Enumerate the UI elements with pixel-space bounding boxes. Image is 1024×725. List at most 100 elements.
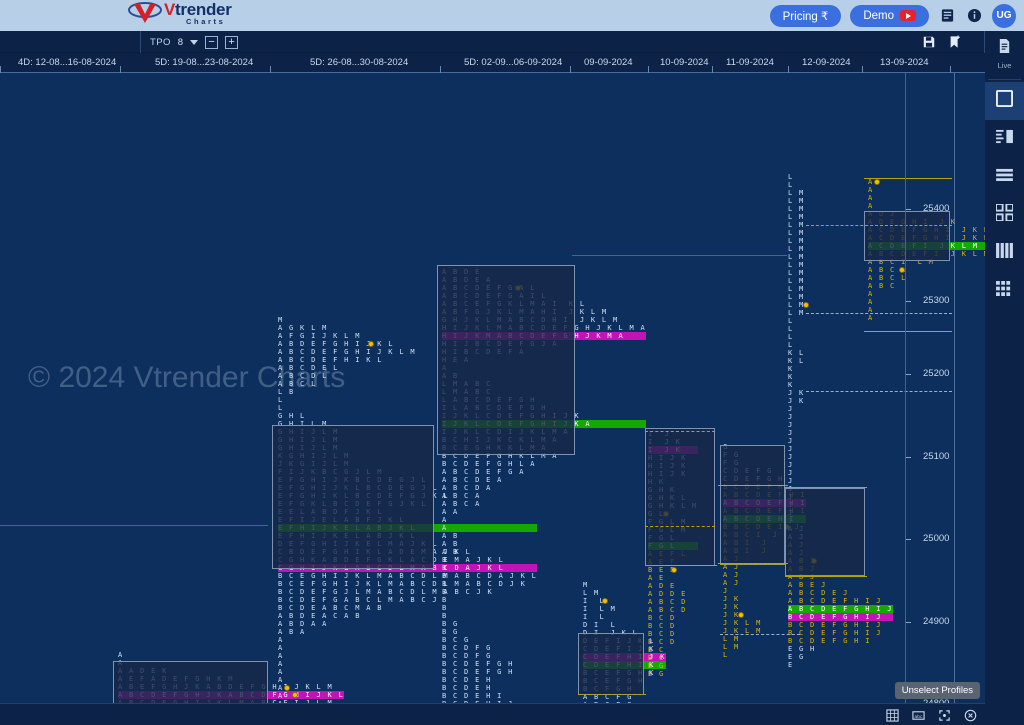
tpo-row: B C D E F G H I J [788, 621, 882, 629]
tpo-marker-dot [515, 285, 522, 291]
tpo-row: J [788, 477, 794, 485]
tpo-marker-dot [874, 179, 881, 185]
tpo-row: B E F [648, 566, 677, 574]
close-circle-icon[interactable] [963, 708, 977, 722]
date-axis: 4D: 12-08...16-08-2024 5D: 19-08...23-08-… [0, 53, 985, 73]
tpo-row: J [788, 517, 794, 525]
date-axis-tick [788, 66, 789, 73]
tpo-row: A B [442, 372, 459, 380]
fit-screen-icon[interactable] [937, 708, 951, 722]
tpo-row: H K [648, 478, 665, 486]
tpo-row: J [788, 501, 794, 509]
pricing-button[interactable]: Pricing ₹ [769, 4, 842, 27]
tpo-row: J [788, 413, 794, 421]
right-sidebar: Live [985, 31, 1024, 725]
notes-icon[interactable] [938, 7, 956, 25]
tpo-increase-button[interactable]: + [225, 35, 239, 49]
header-actions: Pricing ₹ Demo UG [769, 0, 1016, 31]
tpo-row: K [788, 373, 794, 381]
tpo-row: E G H [788, 645, 816, 653]
abc-icon[interactable]: abc [911, 708, 925, 722]
unselect-profiles-tooltip: Unselect Profiles [894, 682, 980, 699]
youtube-icon [900, 10, 916, 21]
tpo-row: J [788, 509, 794, 517]
save-icon[interactable] [921, 35, 936, 50]
date-axis-tick [0, 66, 1, 73]
sidebar-item-single-pane-layout[interactable] [985, 82, 1024, 120]
tpo-row: A D E [648, 582, 676, 590]
tpo-row: I J K [648, 446, 698, 454]
tpo-row: B C [648, 654, 665, 662]
price-axis-label: 25000 [923, 533, 950, 544]
tpo-marker-dot [601, 598, 608, 604]
tpo-row: H I J B C D E F G J A [442, 340, 558, 348]
tpo-row: H I J K [648, 454, 687, 462]
columns-layout-icon [996, 243, 1013, 263]
price-axis-label: 25300 [923, 295, 950, 306]
vtrender-logo[interactable]: Vtrender Charts [128, 1, 232, 27]
tpo-row: B C D [648, 630, 676, 638]
tpo-row: B C D E F G H L A [442, 460, 536, 468]
sidebar-item-rows-layout[interactable] [985, 158, 1024, 196]
date-axis-tick [648, 66, 649, 73]
bottom-bar-actions: abc [885, 704, 977, 725]
tpo-row: B C D E F G H K L M A [442, 452, 558, 460]
price-axis-label: 24900 [923, 616, 950, 627]
vtrender-logo-icon [128, 1, 162, 27]
tpo-row: A B C D E F G A [442, 468, 525, 476]
chevron-down-icon[interactable] [190, 39, 199, 45]
sidebar-item-dense-grid-layout[interactable] [985, 272, 1024, 310]
tpo-row: A B C D E F G A L [442, 284, 536, 292]
tpo-row: K [788, 381, 794, 389]
date-axis-label: 5D: 19-08...23-08-2024 [155, 57, 254, 68]
chart-canvas[interactable]: © 2024 Vtrender Charts AAA A D E KA E F … [0, 73, 985, 703]
tpo-row: L [788, 333, 794, 341]
tpo-row: A D D E [648, 590, 687, 598]
tpo-row: A B C D E F G A I L [442, 292, 547, 300]
tpo-row: A B C D E F H I J [788, 597, 882, 605]
price-axis: 25400253002520025100250002490024800 [905, 73, 985, 703]
avatar[interactable]: UG [992, 3, 1016, 28]
sidebar-item-live-document[interactable]: Live [985, 31, 1024, 77]
date-axis-label: 5D: 02-09...06-09-2024 [464, 57, 563, 68]
price-axis-label: 25100 [923, 451, 950, 462]
tpo-row: A E [648, 574, 665, 582]
tpo-value[interactable]: 8 [178, 37, 183, 48]
tpo-row: B [442, 556, 448, 564]
tpo-row: A B [442, 532, 459, 540]
tpo-row: H E A [442, 356, 470, 364]
bookmark-add-icon[interactable] [947, 35, 962, 50]
date-axis-tick [440, 66, 441, 73]
dev-line-8 [578, 694, 646, 695]
logo-letter-v: V [164, 0, 176, 19]
demo-button[interactable]: Demo [850, 4, 929, 27]
sidebar-item-split-list-layout[interactable] [985, 120, 1024, 158]
tpo-row: I J K L C D E F G H I J K A [442, 420, 647, 428]
tpo-row: F G L M [648, 526, 687, 534]
tpo-row: J K [788, 397, 805, 405]
profile-09-09[interactable]: I JI J KI J KH I J KH I J KH I J KH KG H… [648, 430, 698, 678]
tpo-decrease-button[interactable]: − [205, 35, 219, 49]
price-axis-tick [906, 209, 911, 210]
info-icon[interactable] [965, 7, 983, 25]
tpo-row: F G L [648, 542, 698, 550]
single-pane-layout-icon [996, 90, 1013, 112]
tpo-label: TPO [150, 36, 171, 48]
logo-subtitle: Charts [186, 17, 226, 26]
sidebar-divider [988, 79, 1021, 80]
sidebar-item-quad-grid-layout[interactable] [985, 196, 1024, 234]
date-axis-label: 5D: 26-08...30-08-2024 [310, 57, 409, 68]
date-axis-tick [270, 66, 271, 73]
date-axis-label: 12-09-2024 [802, 57, 851, 68]
sidebar-item-label: Live [997, 61, 1012, 70]
vtrender-logo-text: Vtrender Charts [164, 1, 232, 26]
sidebar-item-columns-layout[interactable] [985, 234, 1024, 272]
tpo-row: A J [788, 533, 805, 541]
date-axis-label: 10-09-2024 [660, 57, 709, 68]
tpo-row: G L [648, 510, 698, 518]
tpo-row: F G L [648, 534, 676, 542]
toolbar-right-actions [921, 31, 962, 53]
tpo-marker-dot [671, 567, 677, 573]
grid-icon[interactable] [885, 708, 899, 722]
tpo-marker-dot [811, 558, 817, 564]
